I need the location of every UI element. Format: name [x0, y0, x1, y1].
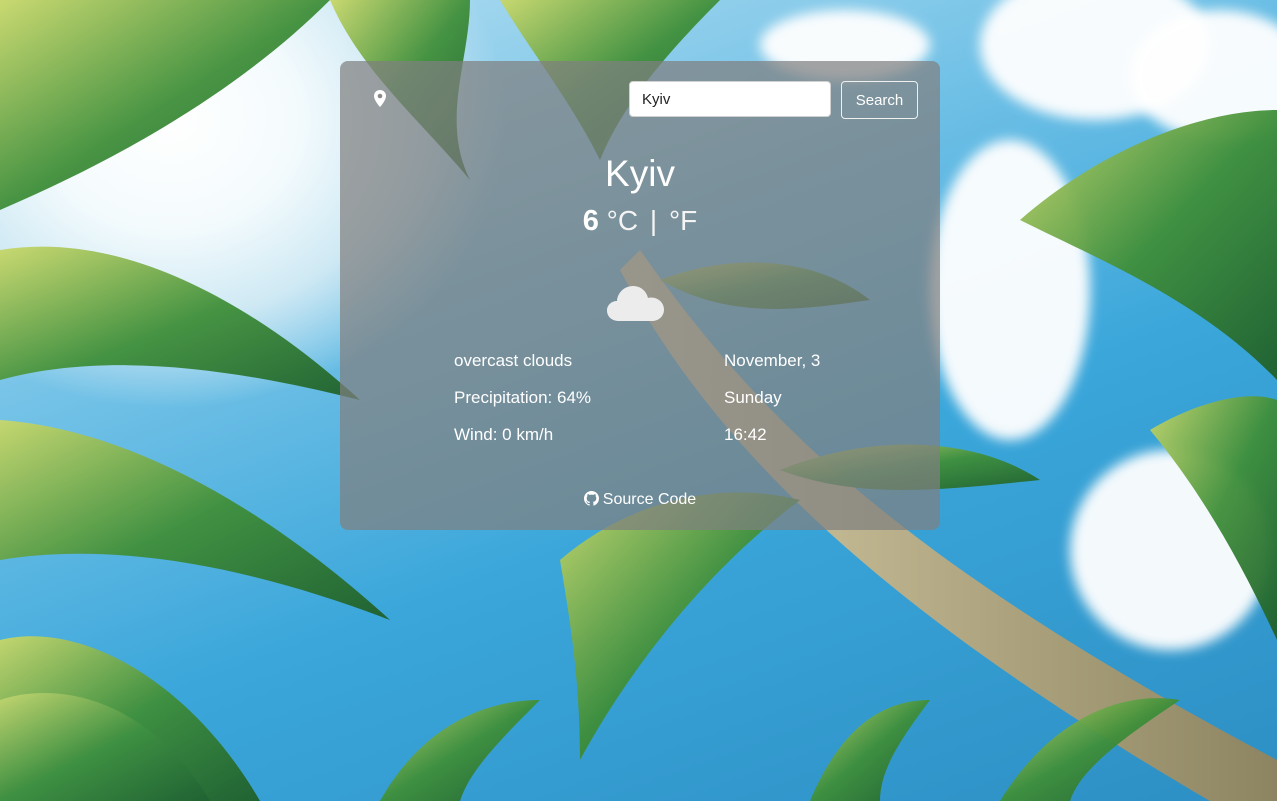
unit-separator: | — [649, 205, 658, 236]
precipitation: Precipitation: 64% — [454, 388, 592, 407]
cloud-icon — [605, 281, 667, 325]
wind: Wind: 0 km/h — [454, 425, 554, 444]
search-button[interactable]: Search — [841, 81, 918, 119]
source-code-link[interactable]: Source Code — [583, 491, 697, 508]
location-pin-icon[interactable] — [372, 89, 388, 109]
city-search-input[interactable] — [629, 81, 831, 117]
temperature-value: 6 — [582, 205, 599, 237]
footer: Source Code — [340, 491, 940, 509]
source-code-label: Source Code — [602, 491, 697, 508]
city-name: Kyiv — [605, 153, 675, 194]
weather-description: overcast clouds — [454, 351, 573, 370]
date: November, 3 — [724, 351, 821, 370]
github-icon — [583, 491, 599, 506]
fahrenheit-link[interactable]: °F — [669, 205, 697, 236]
temperature-row: 6 °C | °F — [340, 204, 940, 238]
weekday: Sunday — [724, 388, 782, 407]
weather-card: Search Kyiv 6 °C | °F overcast clouds Pr… — [340, 61, 940, 530]
time: 16:42 — [724, 425, 767, 444]
celsius-link[interactable]: °C — [607, 205, 638, 236]
